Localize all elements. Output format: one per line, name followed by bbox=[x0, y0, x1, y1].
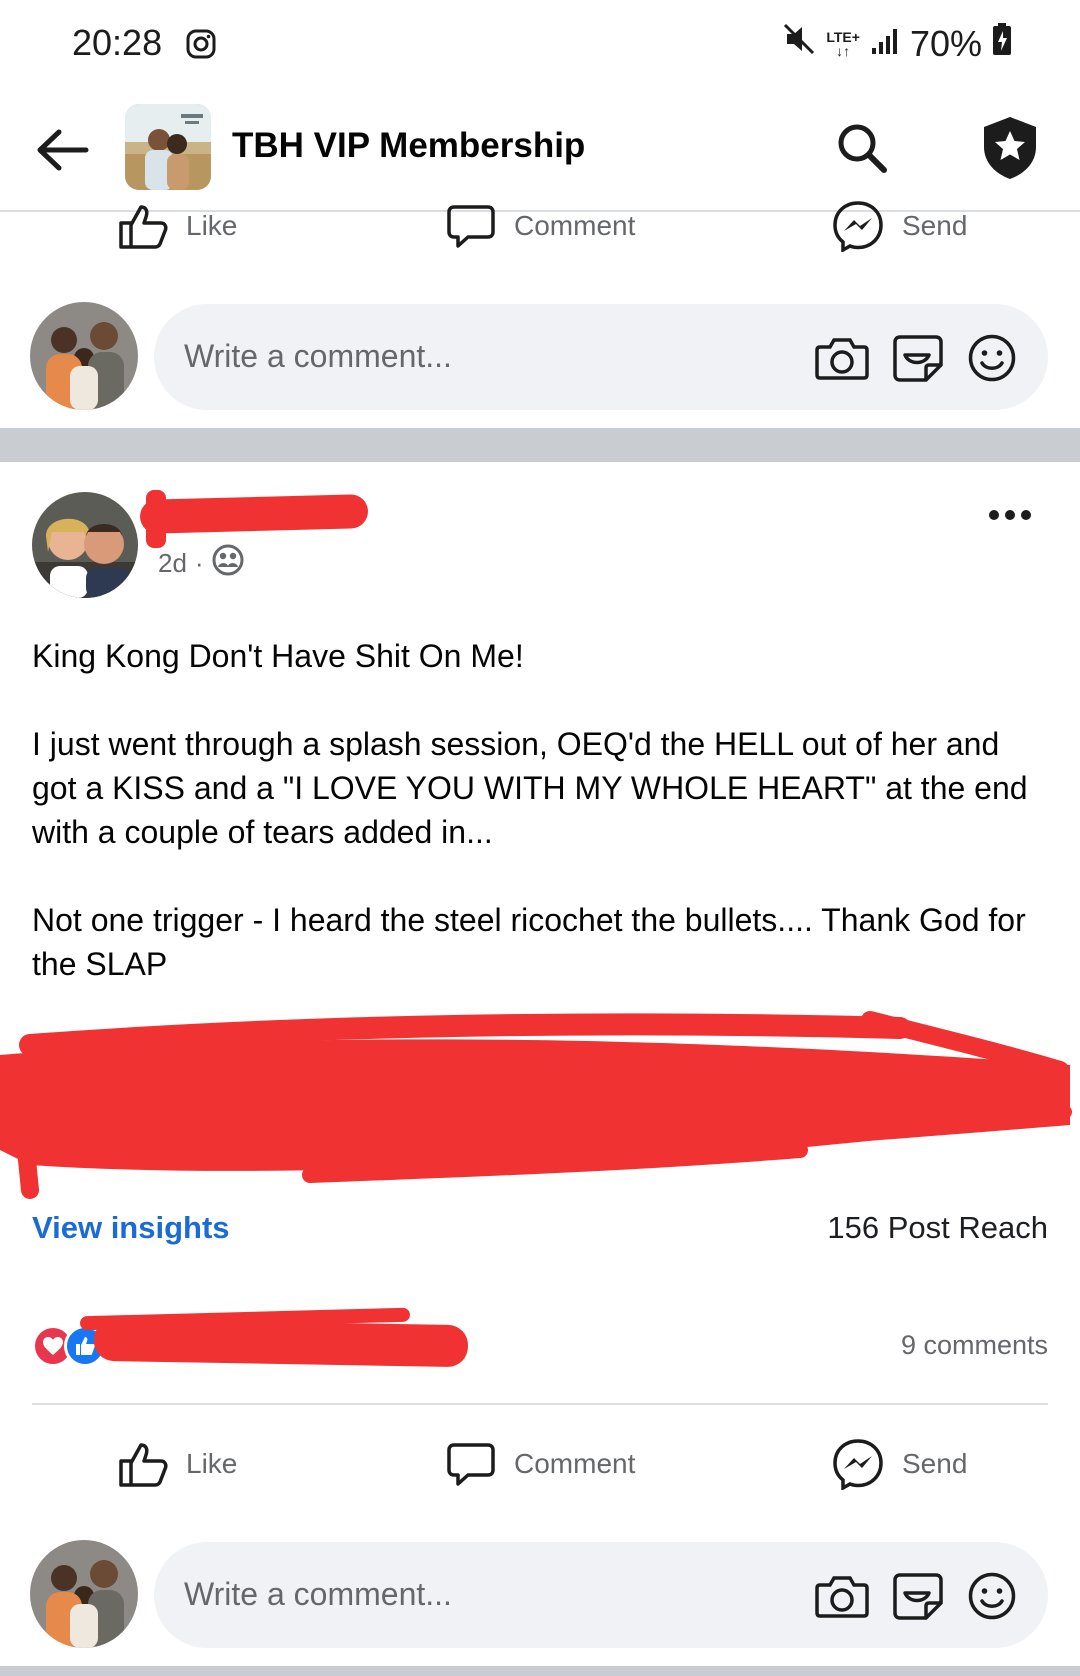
comment-icon bbox=[447, 205, 495, 248]
prev-comment-composer: Write a comment... bbox=[0, 302, 1080, 412]
comment-label: Comment bbox=[514, 210, 636, 241]
prev-post-actions: Like Comment Send bbox=[0, 186, 1080, 266]
prev-comment-button[interactable]: Comment bbox=[446, 186, 635, 266]
shield-star-icon[interactable] bbox=[975, 112, 1045, 184]
back-arrow-icon[interactable] bbox=[30, 118, 94, 182]
comment-placeholder: Write a comment... bbox=[184, 338, 452, 374]
instagram-icon bbox=[186, 29, 216, 64]
comment-icon bbox=[447, 1443, 495, 1486]
battery-percent: 70% bbox=[909, 22, 982, 64]
like-label: Like bbox=[186, 1448, 238, 1479]
comment-composer: Write a comment... bbox=[0, 1540, 1080, 1650]
redaction-mark bbox=[146, 490, 166, 548]
redaction-scribble bbox=[0, 1011, 1072, 1199]
prev-send-button[interactable]: Send bbox=[832, 186, 967, 266]
post-paragraph: Not one trigger - I heard the steel rico… bbox=[32, 902, 1026, 982]
comment-button[interactable]: Comment bbox=[446, 1424, 635, 1504]
gif-sticker-icon[interactable] bbox=[890, 330, 946, 386]
status-time: 20:28 bbox=[72, 22, 163, 63]
emoji-icon[interactable] bbox=[964, 1568, 1020, 1624]
post-meta: 2d · bbox=[158, 544, 244, 583]
post-paragraph: I just went through a splash session, OE… bbox=[32, 726, 1028, 850]
divider bbox=[32, 1403, 1048, 1405]
camera-icon[interactable] bbox=[814, 1568, 870, 1624]
battery-charging-icon bbox=[992, 22, 1012, 65]
group-name[interactable]: TBH VIP Membership bbox=[232, 126, 585, 166]
post-text: King Kong Don't Have Shit On Me! I just … bbox=[32, 634, 1052, 1030]
mute-icon bbox=[782, 22, 816, 65]
avatar[interactable] bbox=[30, 1540, 138, 1648]
search-icon[interactable] bbox=[830, 116, 894, 180]
like-button[interactable]: Like bbox=[118, 1424, 237, 1504]
group-members-icon bbox=[212, 544, 244, 583]
like-icon bbox=[119, 205, 168, 249]
feed-separator bbox=[0, 1666, 1080, 1676]
post-reach: 156 Post Reach bbox=[827, 1210, 1048, 1245]
post-time[interactable]: 2d bbox=[158, 548, 187, 579]
avatar[interactable] bbox=[30, 302, 138, 410]
comment-placeholder: Write a comment... bbox=[184, 1576, 452, 1612]
camera-icon[interactable] bbox=[814, 330, 870, 386]
send-label: Send bbox=[902, 210, 968, 241]
send-button[interactable]: Send bbox=[832, 1424, 967, 1504]
messenger-icon bbox=[833, 201, 883, 252]
network-type: LTE+ ↓↑ bbox=[826, 28, 860, 59]
status-indicators: LTE+ ↓↑ 70% bbox=[782, 22, 1012, 65]
post-author-avatar[interactable] bbox=[32, 492, 138, 598]
gif-sticker-icon[interactable] bbox=[890, 1568, 946, 1624]
post-actions: Like Comment Send bbox=[0, 1424, 1080, 1504]
like-label: Like bbox=[186, 210, 238, 241]
post-paragraph: King Kong Don't Have Shit On Me! bbox=[32, 638, 524, 674]
comment-input[interactable]: Write a comment... bbox=[154, 304, 1048, 410]
emoji-icon[interactable] bbox=[964, 330, 1020, 386]
comment-input[interactable]: Write a comment... bbox=[154, 1542, 1048, 1648]
meta-separator: · bbox=[194, 548, 204, 578]
comment-label: Comment bbox=[514, 1448, 636, 1479]
group-cover-thumbnail[interactable] bbox=[125, 104, 211, 190]
redacted-author-name bbox=[139, 494, 369, 534]
feed-separator bbox=[0, 428, 1080, 462]
comments-count[interactable]: 9 comments bbox=[901, 1330, 1048, 1361]
status-bar: 20:28 LTE+ ↓↑ 70% bbox=[0, 0, 1080, 90]
signal-icon bbox=[870, 23, 900, 65]
messenger-icon bbox=[833, 1439, 883, 1490]
view-insights-link[interactable]: View insights bbox=[32, 1210, 230, 1246]
like-icon bbox=[119, 1443, 168, 1487]
send-label: Send bbox=[902, 1448, 968, 1479]
more-options-icon[interactable] bbox=[985, 500, 1035, 530]
prev-like-button[interactable]: Like bbox=[118, 186, 237, 266]
